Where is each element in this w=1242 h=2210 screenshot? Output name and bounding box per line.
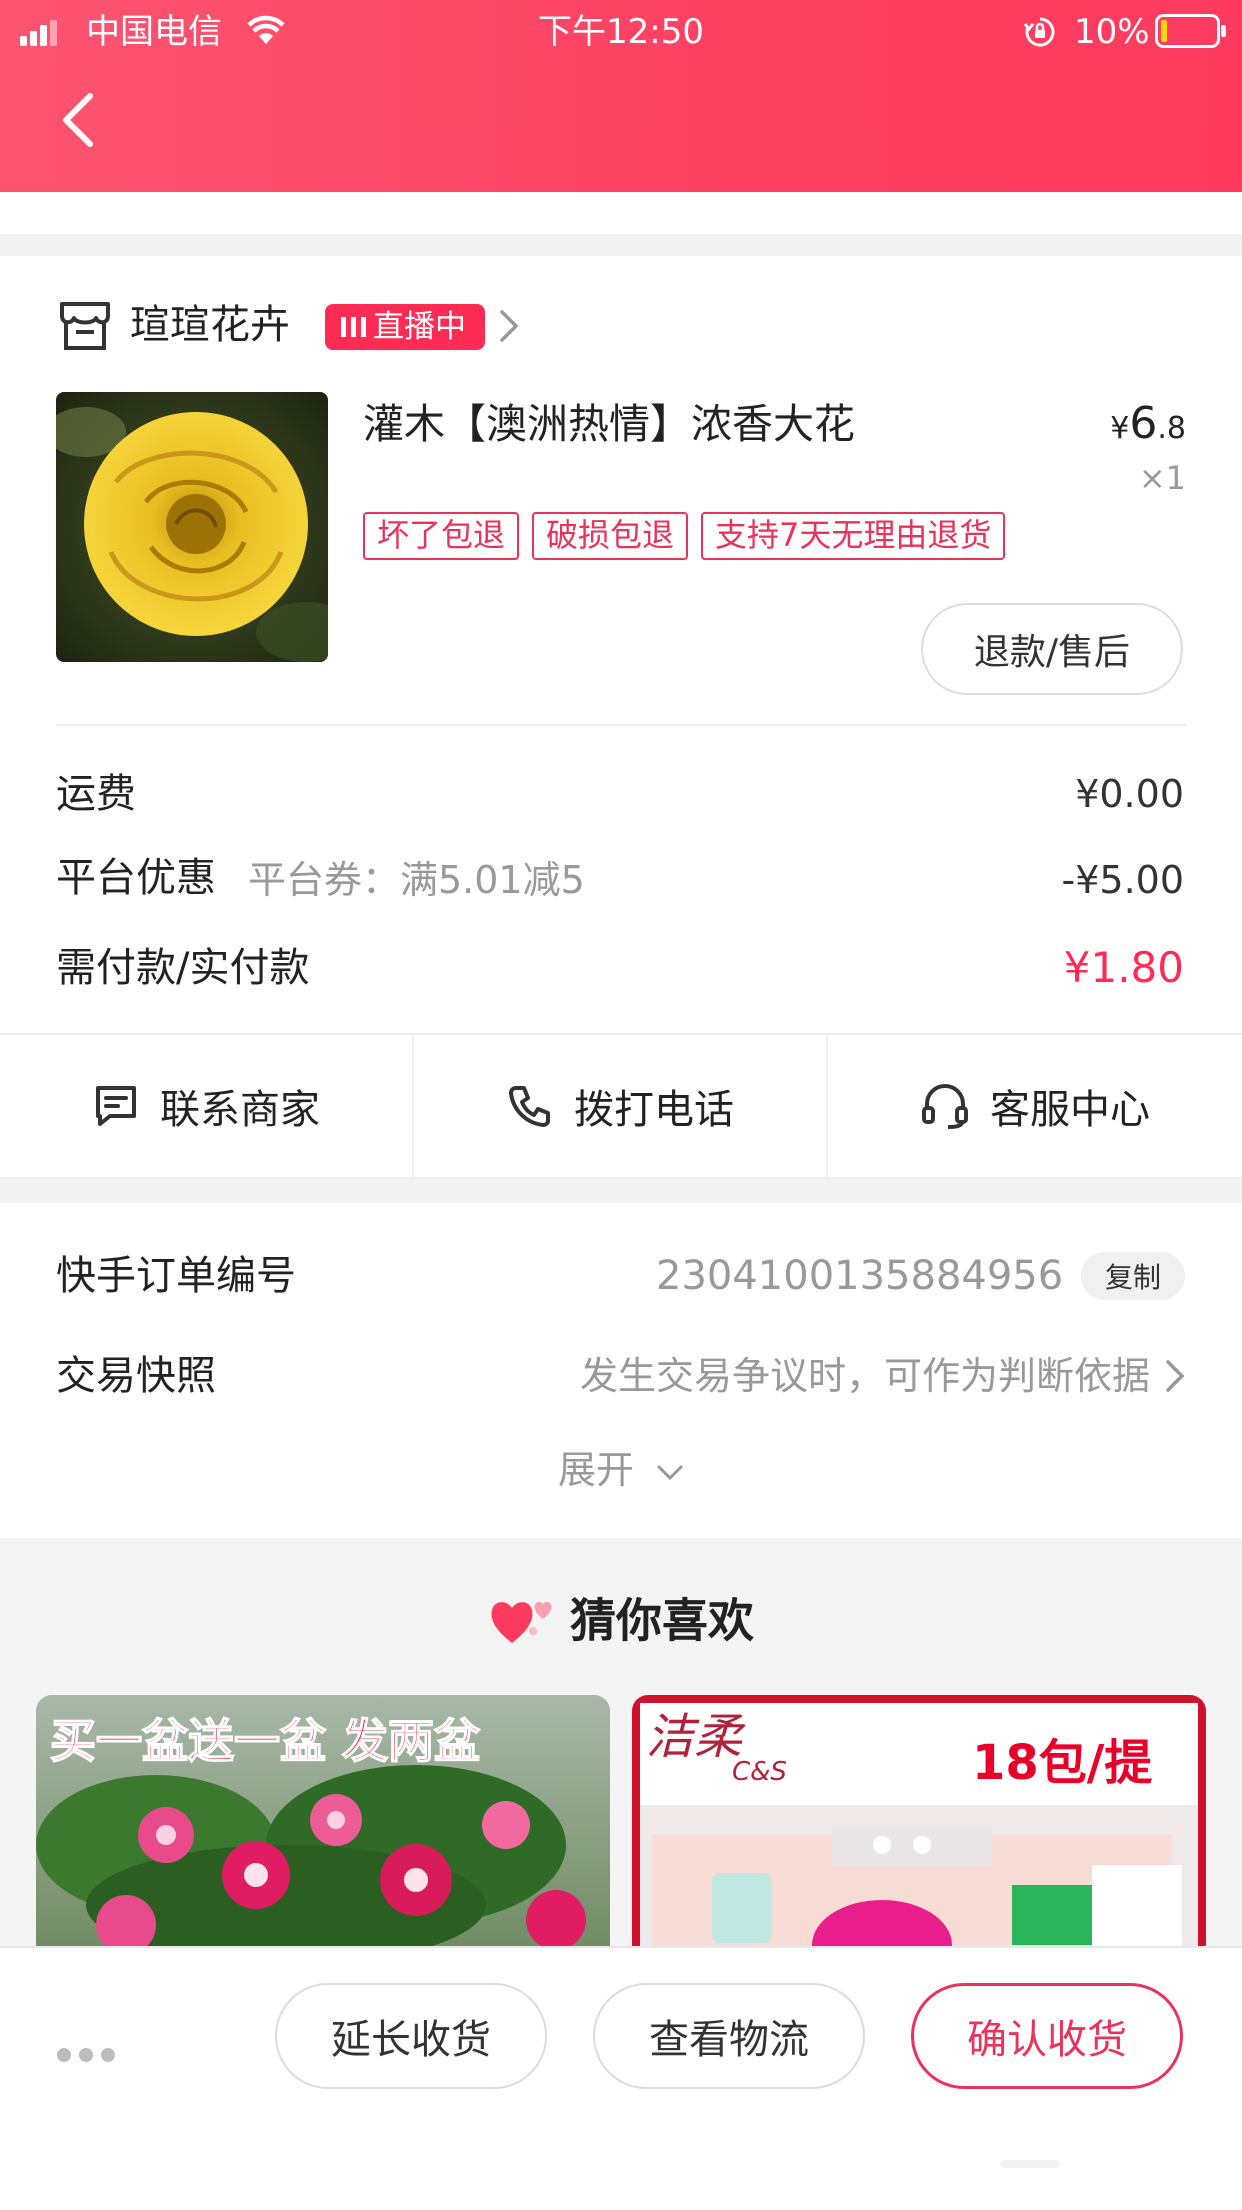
card-promo-text: 买一盆送一盆 发两盆 xyxy=(49,1713,481,1769)
battery-icon xyxy=(1155,14,1227,52)
call-phone-button[interactable]: 拨打电话 xyxy=(414,1035,826,1177)
recommend-title: 猜你喜欢 xyxy=(0,1585,1242,1653)
card-brand-sub: C&S xyxy=(732,1757,787,1787)
product-quantity: ×1 xyxy=(1138,459,1186,497)
recommend-card[interactable]: 买一盆送一盆 发两盆 xyxy=(36,1695,610,1958)
discount-label: 平台优惠 xyxy=(56,855,216,901)
discount-detail: 平台券：满5.01减5 xyxy=(248,858,585,902)
expand-label: 展开 xyxy=(557,1448,634,1492)
service-center-label: 客服中心 xyxy=(990,1087,1150,1133)
service-tag: 支持7天无理由退货 xyxy=(701,512,1006,560)
back-button[interactable] xyxy=(58,92,100,148)
copy-button[interactable]: 复制 xyxy=(1081,1252,1185,1300)
chat-icon xyxy=(96,1086,136,1126)
recommend-title-label: 猜你喜欢 xyxy=(570,1593,754,1648)
chevron-right-icon[interactable] xyxy=(498,308,520,344)
orientation-lock-icon xyxy=(1023,16,1056,52)
extend-receipt-button[interactable]: 延长收货 xyxy=(275,1983,547,2089)
headset-icon xyxy=(922,1084,968,1129)
recommend-card[interactable]: 洁柔 C&S 18包/提 xyxy=(632,1695,1206,1958)
payment-value: ¥1.80 xyxy=(1063,943,1184,992)
product-price: ¥6.8 xyxy=(1110,396,1186,457)
section-gap xyxy=(0,1179,1242,1203)
section-gap xyxy=(0,234,1242,256)
product-title[interactable]: 灌木【澳洲热情】浓香大花 xyxy=(363,392,855,456)
snapshot-label[interactable]: 交易快照 xyxy=(56,1346,216,1406)
live-badge-label: 直播中 xyxy=(373,309,466,345)
chevron-down-icon xyxy=(657,1465,683,1480)
hearts-icon xyxy=(491,1601,552,1643)
chevron-left-icon xyxy=(63,93,93,147)
refund-aftersale-button[interactable]: 退款/售后 xyxy=(921,603,1183,695)
service-center-button[interactable]: 客服中心 xyxy=(828,1035,1242,1177)
store-icon[interactable] xyxy=(58,298,112,352)
home-indicator xyxy=(990,2150,1070,2180)
shipping-label: 运费 xyxy=(56,771,136,817)
shipping-value: ¥0.00 xyxy=(1075,772,1184,816)
confirm-receipt-button[interactable]: 确认收货 xyxy=(911,1983,1183,2089)
product-image[interactable] xyxy=(56,392,328,662)
order-number-label: 快手订单编号 xyxy=(56,1253,296,1299)
divider xyxy=(56,724,1186,726)
shop-name[interactable]: 瑄瑄花卉 xyxy=(130,296,290,354)
card-promo-text: 18包/提 xyxy=(972,1735,1153,1791)
price-decimal: .8 xyxy=(1157,411,1186,446)
service-tag: 破损包退 xyxy=(532,512,689,560)
snapshot-value[interactable]: 发生交易争议时，可作为判断依据 xyxy=(580,1346,1150,1406)
contact-merchant-label: 联系商家 xyxy=(160,1087,320,1133)
battery-percent: 10% xyxy=(1074,12,1150,52)
card-brand: 洁柔 xyxy=(646,1709,743,1765)
call-phone-label: 拨打电话 xyxy=(574,1087,734,1133)
expand-button[interactable]: 展开 xyxy=(0,1440,1242,1500)
live-bars-icon xyxy=(341,317,366,337)
price-symbol: ¥ xyxy=(1110,411,1130,446)
service-tags: 坏了包退 破损包退 支持7天无理由退货 xyxy=(363,512,1006,560)
phone-icon xyxy=(509,1086,550,1127)
service-tag: 坏了包退 xyxy=(363,512,520,560)
more-options-icon[interactable] xyxy=(56,2045,116,2069)
order-number-value: 2304100135884956 xyxy=(656,1253,1064,1299)
price-integer: 6 xyxy=(1129,398,1158,449)
view-logistics-button[interactable]: 查看物流 xyxy=(593,1983,865,2089)
discount-value: -¥5.00 xyxy=(1061,858,1185,902)
live-badge[interactable]: 直播中 xyxy=(325,304,485,350)
payment-label: 需付款/实付款 xyxy=(56,945,310,991)
contact-merchant-button[interactable]: 联系商家 xyxy=(0,1035,412,1177)
chevron-right-icon[interactable] xyxy=(1164,1358,1186,1398)
